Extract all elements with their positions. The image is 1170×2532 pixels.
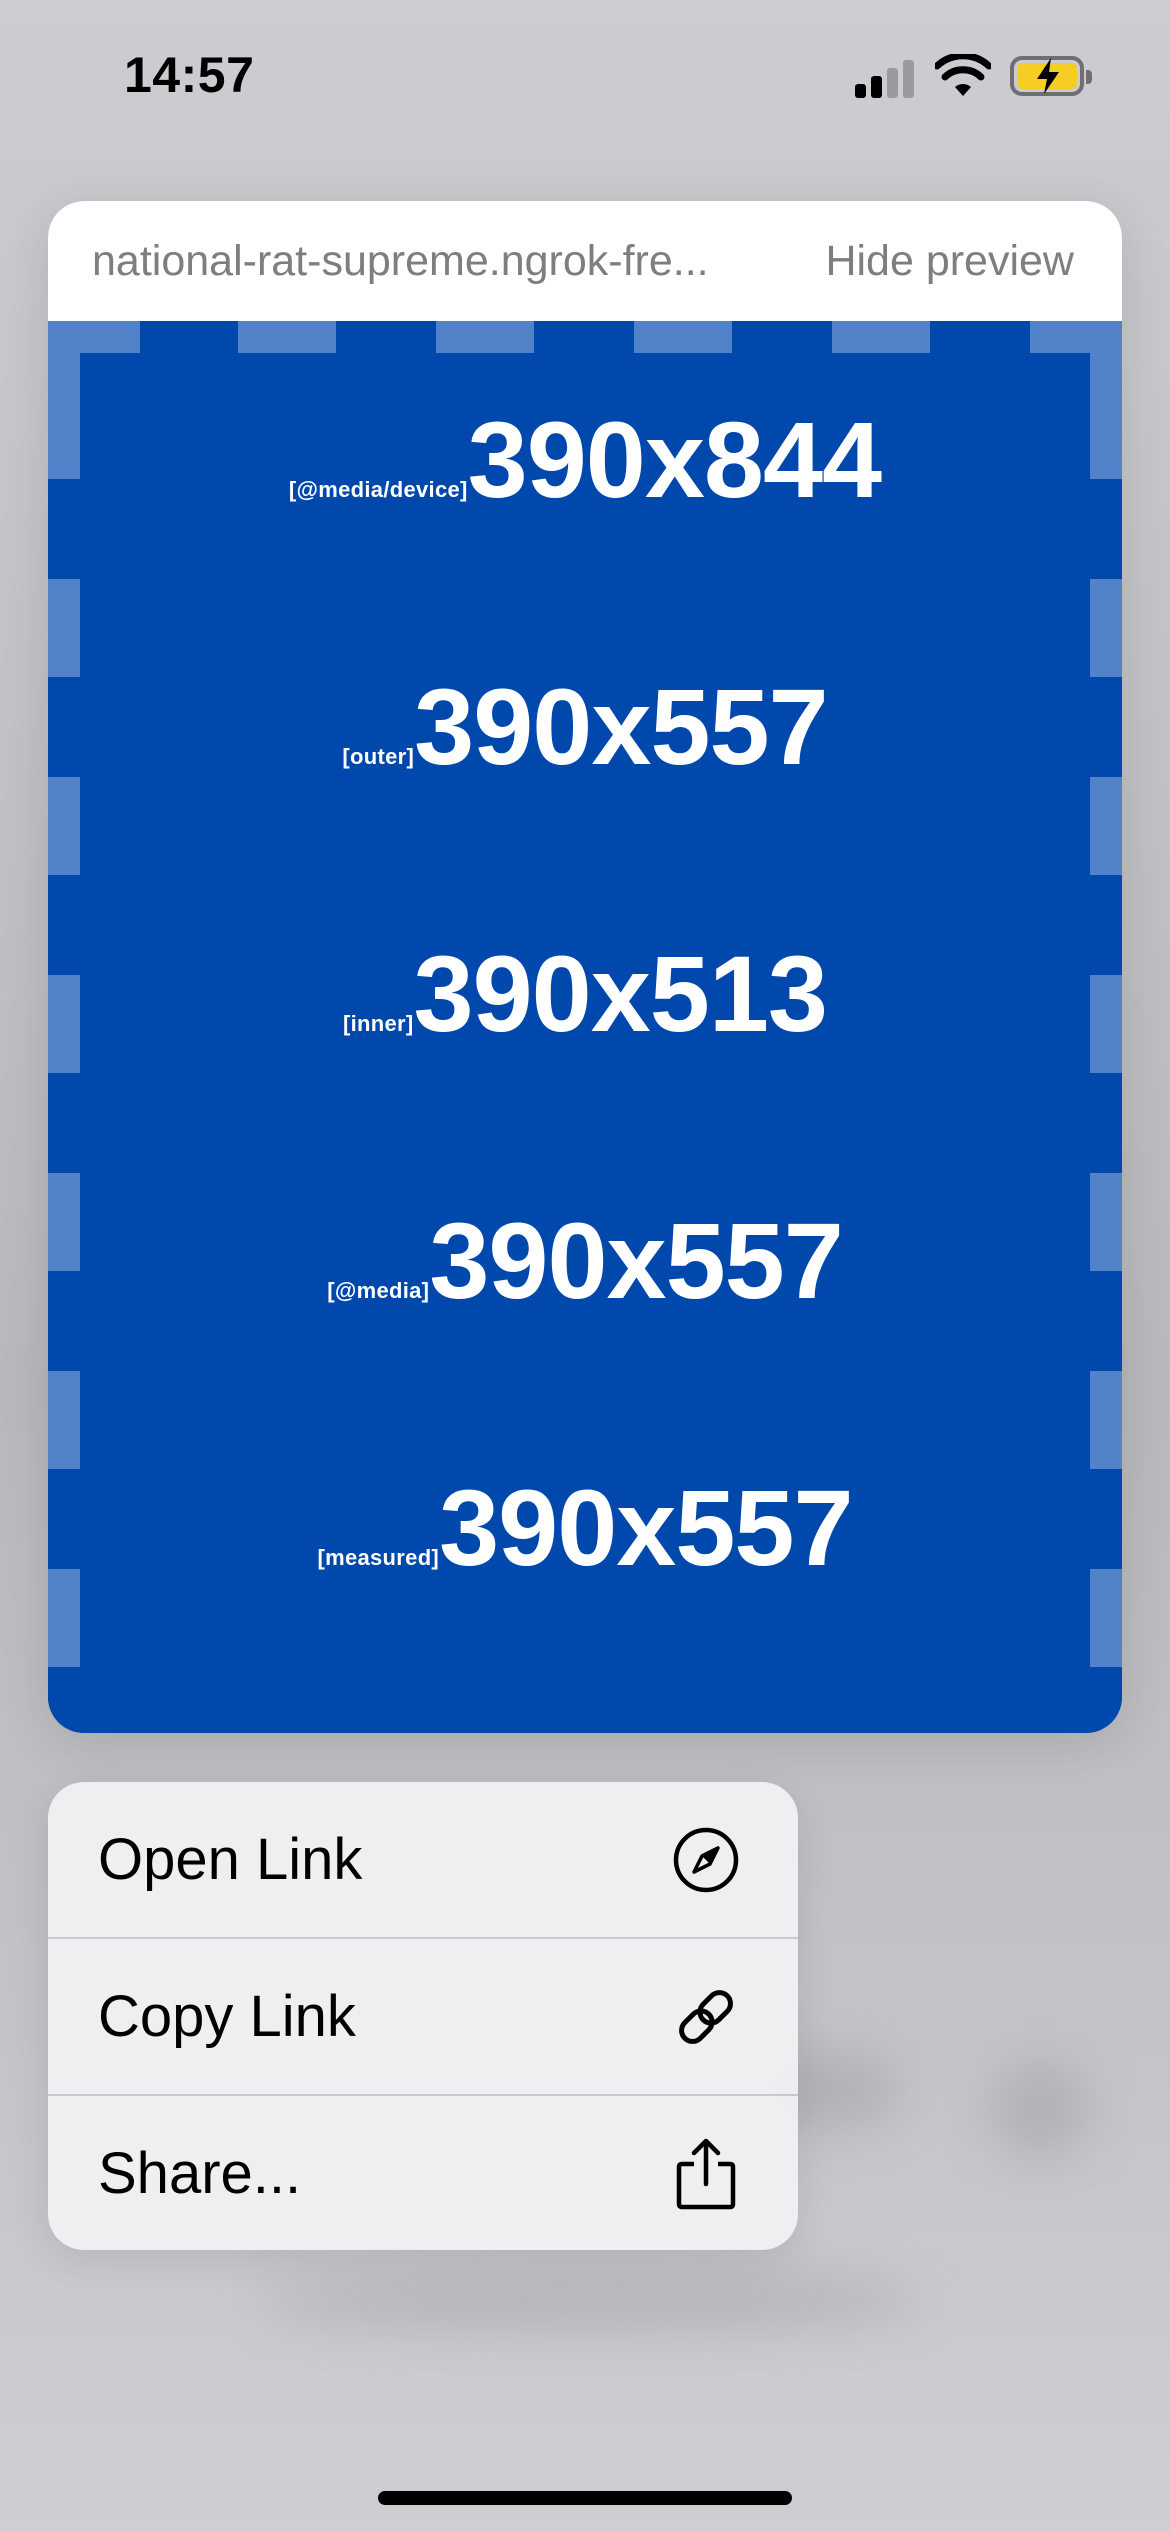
compass-icon xyxy=(670,1824,742,1896)
dimension-tag: [measured] xyxy=(317,1545,440,1570)
battery-cap xyxy=(1086,70,1092,84)
border-dash xyxy=(1090,777,1122,875)
status-time: 14:57 xyxy=(124,47,255,103)
border-dash xyxy=(832,321,930,353)
dimension-row: [@media/device]390x844 xyxy=(48,406,1122,514)
copy-link-menu-item[interactable]: Copy Link xyxy=(48,1939,798,2094)
cellular-signal-icon xyxy=(855,58,915,98)
dimension-value: 390x557 xyxy=(429,1200,843,1321)
open-link-menu-item[interactable]: Open Link xyxy=(48,1782,798,1937)
dimension-value: 390x844 xyxy=(467,399,882,520)
border-dash xyxy=(238,321,336,353)
border-dash xyxy=(48,579,80,677)
border-dash xyxy=(48,1371,80,1469)
share-icon xyxy=(670,2138,742,2210)
border-dash xyxy=(1090,1173,1122,1271)
border-dash xyxy=(436,321,534,353)
border-dash xyxy=(48,1569,80,1667)
dimension-row: [outer]390x557 xyxy=(48,673,1122,781)
border-dash xyxy=(48,1173,80,1271)
dimension-tag: [@media/device] xyxy=(288,477,468,502)
dimension-row: [@media]390x557 xyxy=(48,1207,1122,1315)
link-preview[interactable]: national-rat-supreme.ngrok-fre... Hide p… xyxy=(48,201,1122,1733)
border-dash xyxy=(634,321,732,353)
dimension-tag: [inner] xyxy=(343,1011,414,1036)
dimension-tag: [@media] xyxy=(327,1278,430,1303)
menu-item-label: Open Link xyxy=(98,1827,363,1892)
dimension-tag: [outer] xyxy=(342,744,415,769)
border-dash xyxy=(1090,1371,1122,1469)
preview-url: national-rat-supreme.ngrok-fre... xyxy=(92,236,709,285)
link-icon xyxy=(670,1981,742,2053)
border-dash xyxy=(48,975,80,1073)
border-dash xyxy=(1090,1569,1122,1667)
share-menu-item[interactable]: Share... xyxy=(48,2096,798,2250)
border-dash xyxy=(48,777,80,875)
menu-item-label: Copy Link xyxy=(98,1984,356,2049)
context-menu: Open Link Copy Link Share... xyxy=(48,1782,798,2250)
dimension-row: [inner]390x513 xyxy=(48,940,1122,1048)
charging-bolt-icon xyxy=(1037,58,1059,94)
hide-preview-button[interactable]: Hide preview xyxy=(825,237,1074,286)
border-dash xyxy=(1090,579,1122,677)
border-dash xyxy=(1090,381,1122,479)
menu-item-label: Share... xyxy=(98,2141,302,2206)
border-dash xyxy=(1090,975,1122,1073)
border-dash xyxy=(48,381,80,479)
dimension-value: 390x557 xyxy=(414,666,828,787)
dimension-row: [measured]390x557 xyxy=(48,1474,1122,1582)
home-indicator[interactable] xyxy=(378,2491,792,2505)
status-bar: 14:57 xyxy=(0,0,1170,150)
preview-page: [@media/device]390x844 [outer]390x557 [i… xyxy=(48,321,1122,1733)
wifi-icon xyxy=(935,54,991,96)
preview-header: national-rat-supreme.ngrok-fre... Hide p… xyxy=(48,201,1122,321)
border-dash xyxy=(48,321,80,383)
border-dash xyxy=(1090,321,1122,383)
dimension-value: 390x557 xyxy=(439,1467,853,1588)
dimension-value: 390x513 xyxy=(413,933,828,1054)
